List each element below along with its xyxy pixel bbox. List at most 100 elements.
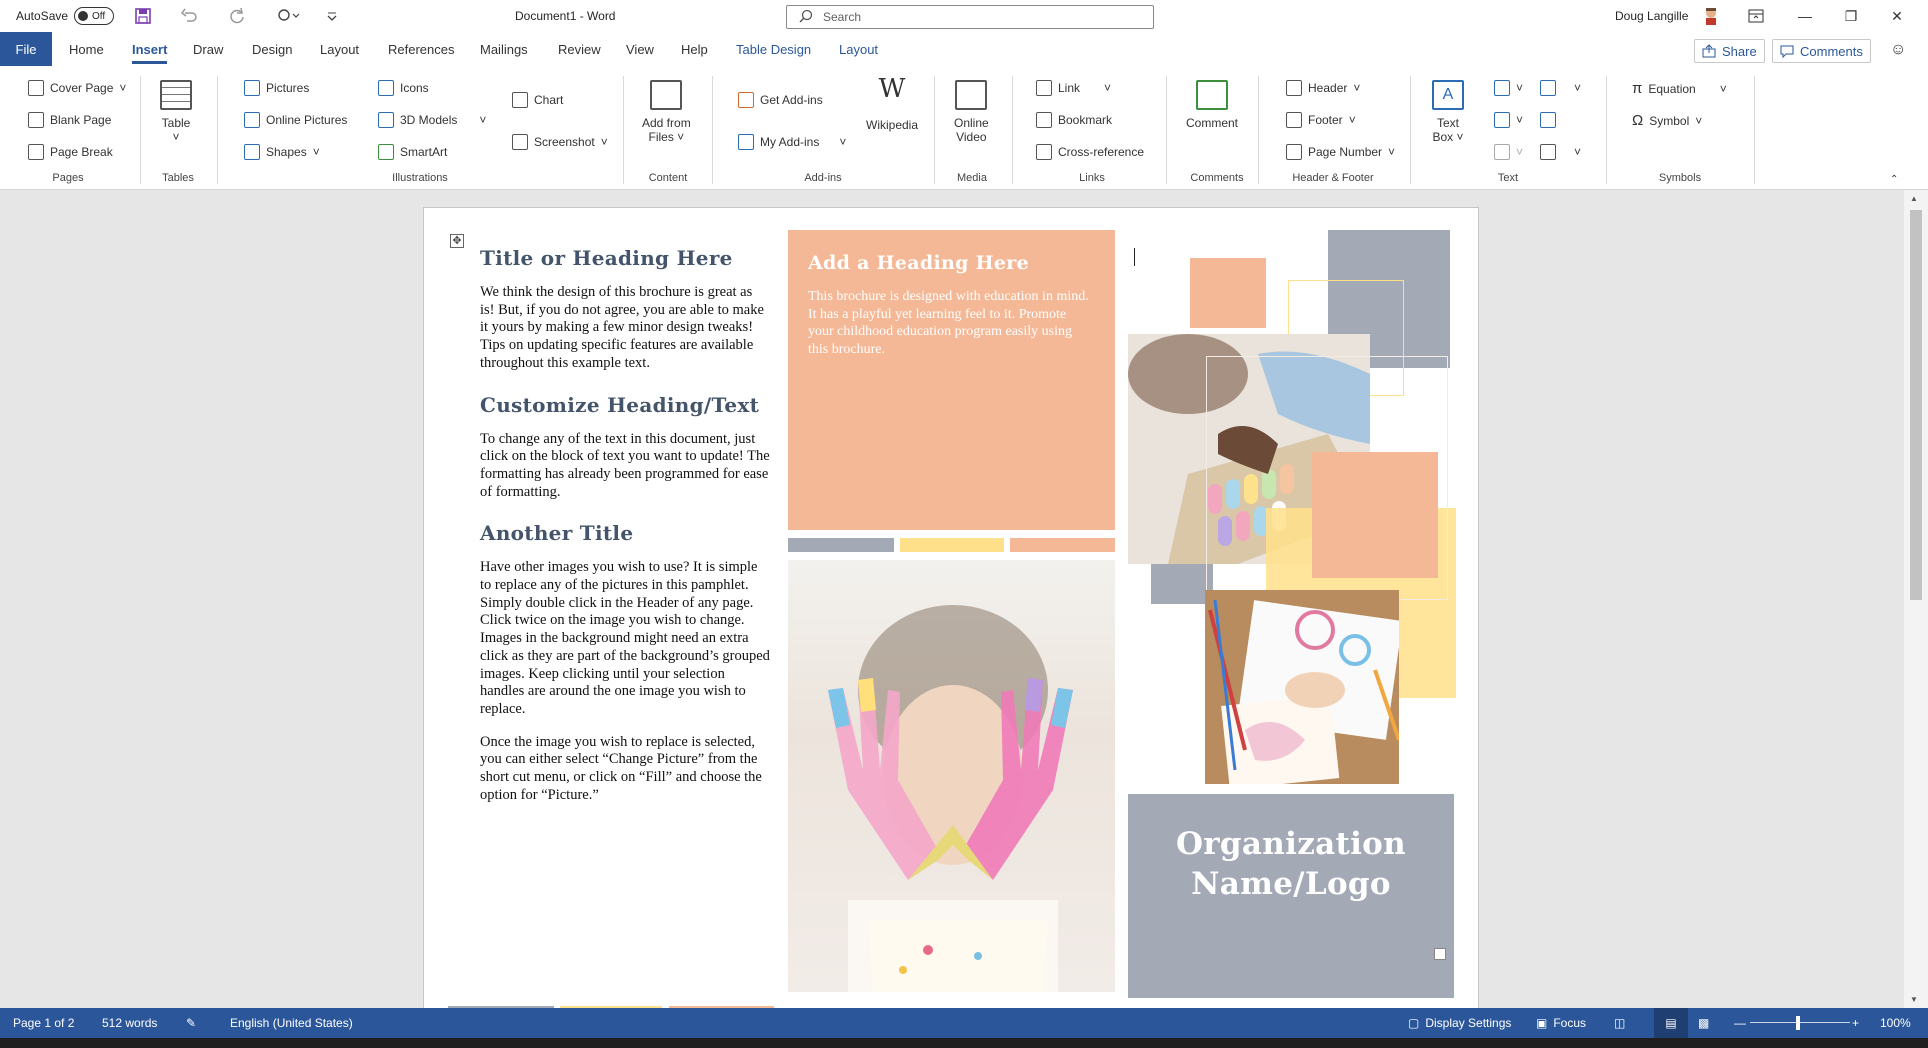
print-layout-icon[interactable]: ▤ bbox=[1654, 1008, 1688, 1038]
smartart-button[interactable]: SmartArt bbox=[378, 144, 447, 160]
zoom-level[interactable]: 100% bbox=[1880, 1008, 1911, 1038]
tab-insert[interactable]: Insert bbox=[132, 32, 168, 68]
read-mode-icon[interactable]: ◫ bbox=[1614, 1008, 1625, 1038]
panel-text[interactable]: This brochure is designed with education… bbox=[808, 288, 1095, 359]
org-name-line-1[interactable]: Organization bbox=[1128, 824, 1454, 864]
left-column[interactable]: Title or Heading Here We think the desig… bbox=[480, 246, 770, 804]
tab-draw[interactable]: Draw bbox=[193, 32, 223, 68]
zoom-in-button[interactable]: + bbox=[1852, 1008, 1859, 1038]
bookmark-button[interactable]: Bookmark bbox=[1036, 112, 1112, 128]
equation-button[interactable]: π Equation ˅ bbox=[1632, 80, 1727, 97]
paragraph-customize[interactable]: To change any of the text in this docume… bbox=[480, 431, 770, 502]
heading-another-title[interactable]: Another Title bbox=[480, 521, 770, 545]
tab-view[interactable]: View bbox=[626, 32, 654, 68]
document-canvas[interactable]: ✥ Title or Heading Here We think the des… bbox=[0, 190, 1916, 1008]
quick-parts-button[interactable]: ˅ bbox=[1494, 80, 1523, 96]
object-button[interactable]: ˅ bbox=[1540, 144, 1581, 160]
tab-help[interactable]: Help bbox=[681, 32, 708, 68]
user-name[interactable]: Doug Langille bbox=[1615, 0, 1688, 32]
pictures-button[interactable]: Pictures bbox=[244, 80, 309, 96]
blank-page-button[interactable]: Blank Page bbox=[28, 112, 111, 128]
paragraph-intro[interactable]: We think the design of this brochure is … bbox=[480, 284, 770, 373]
tab-table-design[interactable]: Table Design bbox=[736, 32, 811, 68]
footer-button[interactable]: Footer ˅ bbox=[1286, 112, 1356, 128]
minimize-button[interactable]: — bbox=[1782, 0, 1828, 32]
signature-line-button[interactable]: ˅ bbox=[1540, 80, 1581, 96]
scrollbar-thumb[interactable] bbox=[1910, 210, 1922, 600]
tab-table-layout[interactable]: Layout bbox=[839, 32, 878, 68]
symbol-button[interactable]: Ω Symbol ˅ bbox=[1632, 112, 1702, 129]
online-video-button[interactable]: Online Video bbox=[954, 80, 989, 144]
add-from-files-button[interactable]: Add from Files ˅ bbox=[642, 80, 691, 144]
icons-button[interactable]: Icons bbox=[378, 80, 429, 96]
my-addins-button[interactable]: My Add-ins ˅ bbox=[738, 134, 846, 150]
text-box-button[interactable]: A Text Box ˅ bbox=[1432, 80, 1464, 144]
word-count[interactable]: 512 words bbox=[102, 1008, 157, 1038]
language[interactable]: English (United States) bbox=[230, 1008, 353, 1038]
undo-icon[interactable] bbox=[180, 0, 198, 32]
ribbon-display-options-icon[interactable] bbox=[1748, 0, 1764, 32]
display-settings-button[interactable]: ▢ Display Settings bbox=[1408, 1008, 1511, 1038]
smiley-feedback-icon[interactable]: ☺ bbox=[1890, 32, 1906, 68]
date-time-button[interactable] bbox=[1540, 112, 1556, 128]
wikipedia-button[interactable]: W Wikipedia bbox=[866, 76, 918, 132]
page-count[interactable]: Page 1 of 2 bbox=[13, 1008, 74, 1038]
web-layout-icon[interactable]: ▩ bbox=[1698, 1008, 1709, 1038]
cross-reference-button[interactable]: Cross-reference bbox=[1036, 144, 1144, 160]
comment-button[interactable]: Comment bbox=[1186, 80, 1238, 130]
zoom-slider[interactable] bbox=[1750, 1022, 1850, 1023]
chart-button[interactable]: Chart bbox=[512, 92, 563, 108]
heading-title[interactable]: Title or Heading Here bbox=[480, 246, 770, 270]
3d-models-button[interactable]: 3D Models ˅ bbox=[378, 112, 486, 128]
avatar[interactable] bbox=[1702, 0, 1720, 32]
tab-review[interactable]: Review bbox=[558, 32, 601, 68]
table-button[interactable]: Table ˅ bbox=[160, 80, 192, 144]
scroll-up-icon[interactable]: ▲ bbox=[1910, 194, 1918, 203]
tab-references[interactable]: References bbox=[388, 32, 454, 68]
redo-icon[interactable] bbox=[228, 0, 246, 32]
drop-cap-button[interactable]: ˅ bbox=[1494, 144, 1523, 160]
collapse-ribbon-icon[interactable]: ⌃ bbox=[1890, 174, 1898, 185]
header-button[interactable]: Header ˅ bbox=[1286, 80, 1360, 96]
heading-customize[interactable]: Customize Heading/Text bbox=[480, 393, 770, 417]
document-page[interactable]: ✥ Title or Heading Here We think the des… bbox=[423, 207, 1479, 1008]
panel-heading[interactable]: Add a Heading Here bbox=[808, 252, 1095, 274]
proofing-icon[interactable]: ✎ bbox=[186, 1008, 196, 1038]
tab-file[interactable]: File bbox=[0, 32, 52, 66]
child-painted-hands-photo[interactable] bbox=[788, 560, 1115, 992]
organization-logo-panel[interactable]: Organization Name/Logo bbox=[1128, 794, 1454, 998]
focus-button[interactable]: ▣ Focus bbox=[1536, 1008, 1586, 1038]
search-input[interactable]: Search bbox=[786, 5, 1154, 29]
layout-options-handle-icon[interactable] bbox=[1434, 948, 1446, 960]
wordart-button[interactable]: ˅ bbox=[1494, 112, 1523, 128]
get-addins-button[interactable]: Get Add-ins bbox=[738, 92, 823, 108]
save-icon[interactable] bbox=[134, 0, 152, 32]
touch-mode-icon[interactable] bbox=[276, 0, 302, 32]
shapes-button[interactable]: Shapes ˅ bbox=[244, 144, 320, 160]
page-number-button[interactable]: Page Number ˅ bbox=[1286, 144, 1395, 160]
customize-qat-icon[interactable] bbox=[326, 0, 338, 32]
tab-home[interactable]: Home bbox=[69, 32, 104, 68]
tab-layout[interactable]: Layout bbox=[320, 32, 359, 68]
screenshot-button[interactable]: Screenshot ˅ bbox=[512, 134, 608, 150]
cover-page-button[interactable]: Cover Page ˅ bbox=[28, 80, 126, 96]
scroll-down-icon[interactable]: ▼ bbox=[1910, 995, 1918, 1004]
table-move-handle-icon[interactable]: ✥ bbox=[450, 234, 464, 248]
close-button[interactable]: ✕ bbox=[1874, 0, 1920, 32]
page-break-button[interactable]: Page Break bbox=[28, 144, 113, 160]
autosave-toggle[interactable]: Off bbox=[74, 0, 114, 32]
share-button[interactable]: Share bbox=[1694, 39, 1765, 63]
paragraph-replace[interactable]: Once the image you wish to replace is se… bbox=[480, 734, 770, 805]
restore-button[interactable]: ❐ bbox=[1828, 0, 1874, 32]
coloring-photo[interactable] bbox=[1205, 590, 1399, 784]
zoom-out-button[interactable]: — bbox=[1734, 1008, 1746, 1038]
paragraph-images[interactable]: Have other images you wish to use? It is… bbox=[480, 559, 770, 718]
link-button[interactable]: Link ˅ bbox=[1036, 80, 1111, 96]
vertical-scrollbar[interactable]: ▲ ▼ bbox=[1904, 190, 1928, 1008]
org-name-line-2[interactable]: Name/Logo bbox=[1128, 864, 1454, 904]
zoom-slider-thumb[interactable] bbox=[1796, 1016, 1800, 1030]
tab-design[interactable]: Design bbox=[252, 32, 292, 68]
comments-button[interactable]: Comments bbox=[1772, 39, 1871, 63]
tab-mailings[interactable]: Mailings bbox=[480, 32, 528, 68]
online-pictures-button[interactable]: Online Pictures bbox=[244, 112, 347, 128]
